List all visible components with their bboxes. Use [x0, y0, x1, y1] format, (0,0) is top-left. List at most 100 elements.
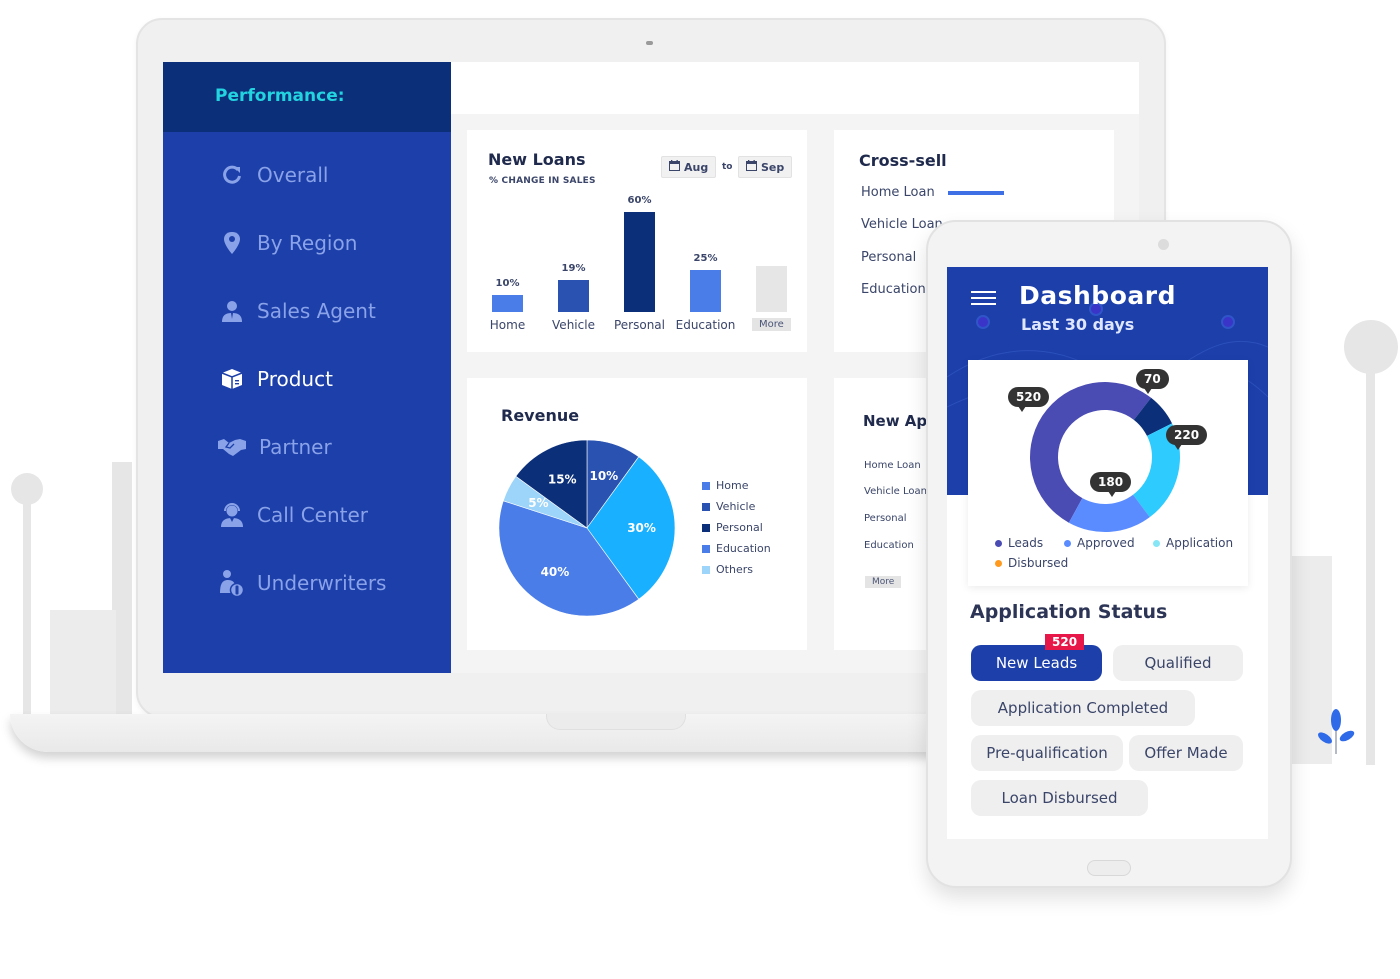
legend-swatch	[702, 502, 710, 511]
legend-application: Application	[1153, 536, 1233, 550]
legend-item: Others	[702, 563, 753, 576]
chip-pre-qualification[interactable]: Pre-qualification	[971, 735, 1123, 771]
legend-item: Home	[702, 479, 748, 492]
bar-education	[690, 270, 721, 312]
tablet-screen: Dashboard Last 30 days 520 70 220 180 Le…	[947, 267, 1268, 839]
legend-label: Home	[716, 479, 749, 492]
new-applications-more-button[interactable]: More	[865, 576, 902, 588]
tooltip-disbursed: 70	[1136, 369, 1169, 394]
legend-label: Vehicle	[716, 500, 756, 513]
cross-sell-item: Education	[861, 282, 926, 297]
donut-card: 520 70 220 180 Leads Approved Applicatio…	[968, 360, 1248, 586]
new-applications-item: Vehicle Loan	[864, 486, 927, 497]
new-applications-item: Education	[864, 540, 914, 551]
chip-offer-made[interactable]: Offer Made	[1129, 735, 1243, 771]
chip-qualified[interactable]: Qualified	[1113, 645, 1243, 681]
pie-slice-label: 10%	[589, 469, 618, 483]
date-from-button[interactable]: Aug	[661, 156, 717, 178]
chip-label: Pre-qualification	[986, 744, 1108, 762]
box-icon	[219, 366, 245, 392]
cross-sell-item: Vehicle Loan	[861, 217, 943, 232]
new-loans-more-button[interactable]: More	[752, 318, 791, 331]
legend-disbursed: Disbursed	[995, 556, 1068, 570]
legend-swatch	[702, 565, 710, 574]
decoration-dot	[1221, 315, 1235, 329]
agent-icon	[219, 298, 245, 324]
revenue-pie-chart: 10% 30% 40% 5%15%	[498, 439, 676, 617]
legend-dot	[1064, 539, 1071, 547]
sidebar-item-label: Underwriters	[257, 571, 387, 595]
cross-sell-item: Home Loan	[861, 185, 935, 200]
street-lamp-right-pole	[1366, 370, 1375, 765]
pie-slice-label: 15%	[548, 472, 577, 486]
menu-icon[interactable]	[971, 291, 996, 307]
building-left	[50, 610, 116, 715]
handshake-icon	[217, 434, 247, 460]
sidebar-item-label: Sales Agent	[257, 299, 376, 323]
bar-home	[492, 295, 523, 312]
new-leads-count-badge: 520	[1045, 634, 1085, 650]
calendar-icon	[746, 160, 757, 174]
dashboard-title: Dashboard	[1019, 281, 1176, 310]
status-donut-chart	[1030, 382, 1180, 532]
legend-swatch	[702, 523, 710, 532]
sidebar-item-by-region[interactable]: By Region	[219, 230, 357, 256]
tablet-home-button[interactable]	[1087, 860, 1131, 876]
sidebar-item-product[interactable]: Product	[219, 366, 333, 392]
chip-label: Application Completed	[997, 699, 1169, 717]
chip-application-completed[interactable]: Application Completed	[971, 690, 1195, 726]
date-to-button[interactable]: Sep	[738, 156, 793, 178]
legend-dot	[995, 559, 1002, 567]
top-bar	[451, 62, 1139, 114]
bar-value-label: 10%	[495, 278, 520, 290]
new-loans-subtitle: % CHANGE IN SALES	[489, 176, 596, 186]
legend-label: Application	[1166, 536, 1234, 550]
chip-label: New Leads	[995, 654, 1078, 672]
new-applications-item: Home Loan	[864, 460, 921, 471]
chip-label: Offer Made	[1144, 744, 1228, 762]
laptop-base	[10, 714, 1030, 752]
tooltip-approved: 180	[1090, 472, 1132, 497]
pie-slice-label: 40%	[541, 565, 570, 579]
legend-dot	[1153, 539, 1160, 547]
sidebar-item-label: Partner	[259, 435, 332, 459]
chip-label: Qualified	[1144, 654, 1212, 672]
date-to-label: Sep	[761, 160, 785, 174]
cross-sell-item: Personal	[861, 250, 917, 265]
tablet-camera	[1158, 239, 1169, 250]
tooltip-application: 220	[1166, 425, 1208, 450]
sidebar-item-call-center[interactable]: Call Center	[219, 502, 368, 528]
bar-vehicle	[558, 280, 589, 312]
sidebar-item-partner[interactable]: Partner	[217, 434, 332, 460]
new-applications-item: Personal	[864, 513, 907, 524]
sidebar-header: Performance:	[163, 62, 451, 132]
plant-icon	[1318, 709, 1355, 754]
new-loans-card: New Loans % CHANGE IN SALES Aug to Sep 1…	[467, 130, 807, 352]
new-loans-title: New Loans	[488, 150, 586, 169]
sidebar-item-overall[interactable]: Overall	[219, 162, 328, 188]
map-pin-icon	[219, 230, 245, 256]
legend-swatch	[702, 481, 710, 490]
decoration-dot	[976, 315, 990, 329]
sidebar-item-label: Product	[257, 367, 333, 391]
calendar-icon	[669, 160, 680, 174]
street-lamp-right-head	[1344, 320, 1398, 374]
cross-sell-home-loan-bar	[948, 191, 1005, 195]
sidebar-item-underwriters[interactable]: Underwriters	[219, 570, 387, 597]
sidebar-item-label: Overall	[257, 163, 329, 187]
bar-value-label: 25%	[693, 253, 718, 265]
legend-label: Others	[716, 563, 753, 576]
date-from-label: Aug	[684, 160, 709, 174]
refresh-icon	[219, 162, 245, 188]
sidebar-item-sales-agent[interactable]: Sales Agent	[219, 298, 376, 324]
legend-label: Personal	[716, 521, 763, 534]
bar-more-placeholder	[756, 266, 787, 312]
street-lamp-left-pole	[23, 500, 31, 715]
pie-slice-label: 5%	[528, 496, 548, 510]
chip-loan-disbursed[interactable]: Loan Disbursed	[971, 780, 1148, 816]
pie-slice-label: 30%	[627, 521, 656, 535]
chip-new-leads[interactable]: New Leads	[971, 645, 1102, 681]
dashboard-subtitle: Last 30 days	[1021, 315, 1135, 334]
bar-personal	[624, 212, 655, 312]
legend-item: Education	[702, 542, 771, 555]
